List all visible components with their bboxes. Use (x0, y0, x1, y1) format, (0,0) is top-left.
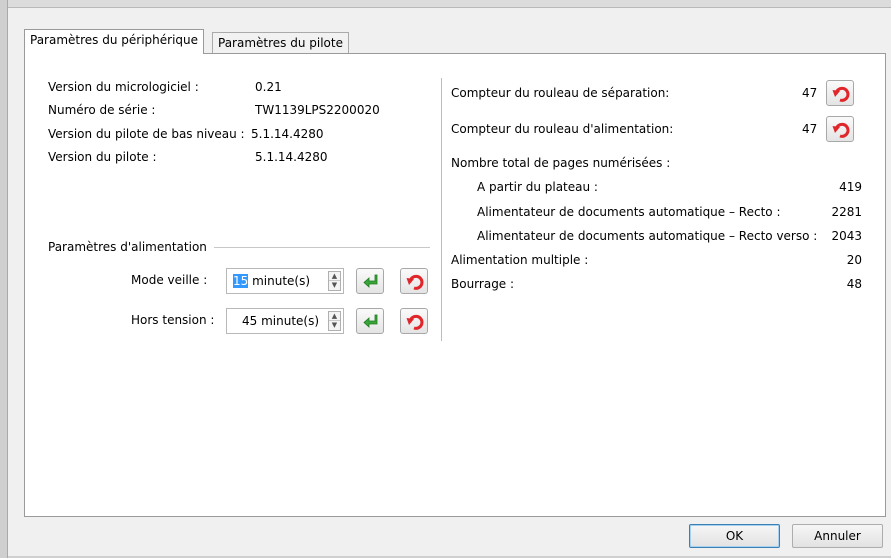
separation-roller-reset-button[interactable] (826, 80, 854, 106)
adf-duplex-count-value: 2043 (831, 229, 862, 243)
sleep-mode-value[interactable]: 15 minute(s) (233, 274, 310, 288)
red-undo-arrow-icon (406, 314, 424, 330)
separation-roller-counter-value: 47 (802, 86, 818, 100)
multifeed-count-label: Alimentation multiple : (451, 253, 589, 267)
driver-version-label: Version du pilote : (48, 150, 157, 164)
jam-count-value: 48 (846, 277, 862, 291)
feed-roller-counter-value: 47 (802, 122, 818, 136)
serial-number-label: Numéro de série : (48, 103, 156, 117)
sleep-mode-reset-button[interactable] (400, 268, 428, 294)
sleep-mode-spin-arrows[interactable]: ▲ ▼ (328, 271, 341, 291)
power-off-spinner[interactable]: 45 minute(s) ▲ ▼ (226, 308, 344, 334)
vertical-divider (441, 78, 442, 341)
power-off-label: Hors tension : (131, 313, 215, 327)
spin-down-icon[interactable]: ▼ (329, 281, 340, 290)
flatbed-count-label: A partir du plateau : (477, 180, 598, 194)
ok-button[interactable]: OK (689, 524, 780, 548)
power-off-spin-arrows[interactable]: ▲ ▼ (328, 311, 341, 331)
adf-simplex-count-label: Alimentateur de documents automatique – … (477, 205, 781, 219)
power-off-apply-button[interactable] (356, 308, 384, 334)
spin-up-icon[interactable]: ▲ (329, 312, 340, 321)
spin-down-icon[interactable]: ▼ (329, 321, 340, 330)
green-enter-arrow-icon (363, 274, 378, 288)
spin-up-icon[interactable]: ▲ (329, 272, 340, 281)
green-enter-arrow-icon (363, 314, 378, 328)
red-undo-arrow-icon (832, 122, 850, 138)
power-off-number: 45 (242, 314, 258, 328)
adf-simplex-count-value: 2281 (831, 205, 862, 219)
power-off-reset-button[interactable] (400, 308, 428, 334)
cancel-button[interactable]: Annuler (792, 524, 883, 548)
power-settings-group-title: Paramètres d'alimentation (48, 240, 207, 254)
firmware-version-value: 0.21 (255, 80, 282, 94)
total-scanned-pages-label: Nombre total de pages numérisées : (451, 156, 671, 170)
sleep-mode-apply-button[interactable] (356, 268, 384, 294)
flatbed-count-value: 419 (839, 180, 862, 194)
firmware-version-label: Version du micrologiciel : (48, 80, 199, 94)
feed-roller-counter-label: Compteur du rouleau d'alimentation: (451, 122, 674, 136)
window-top-edge (0, 0, 891, 8)
adf-duplex-count-label: Alimentateur de documents automatique – … (477, 229, 818, 243)
jam-count-label: Bourrage : (451, 277, 515, 291)
red-undo-arrow-icon (406, 274, 424, 290)
sleep-mode-unit: minute(s) (248, 274, 311, 288)
power-off-value[interactable]: 45 minute(s) (242, 314, 319, 328)
low-level-driver-version-value: 5.1.14.4280 (251, 127, 324, 141)
window-left-edge (0, 0, 8, 558)
sleep-mode-spinner[interactable]: 15 minute(s) ▲ ▼ (226, 268, 344, 294)
tab-driver-settings[interactable]: Paramètres du pilote (212, 32, 349, 54)
tab-device-settings[interactable]: Paramètres du périphérique (24, 29, 205, 54)
sleep-mode-selected-text: 15 (233, 274, 249, 288)
sleep-mode-label: Mode veille : (131, 273, 208, 287)
multifeed-count-value: 20 (846, 253, 862, 267)
red-undo-arrow-icon (832, 86, 850, 102)
separation-roller-counter-label: Compteur du rouleau de séparation: (451, 86, 670, 100)
power-off-unit: minute(s) (257, 314, 320, 328)
group-divider (214, 247, 430, 248)
low-level-driver-version-label: Version du pilote de bas niveau : (48, 127, 245, 141)
driver-version-value: 5.1.14.4280 (255, 150, 328, 164)
feed-roller-reset-button[interactable] (826, 116, 854, 142)
serial-number-value: TW1139LPS2200020 (255, 103, 380, 117)
